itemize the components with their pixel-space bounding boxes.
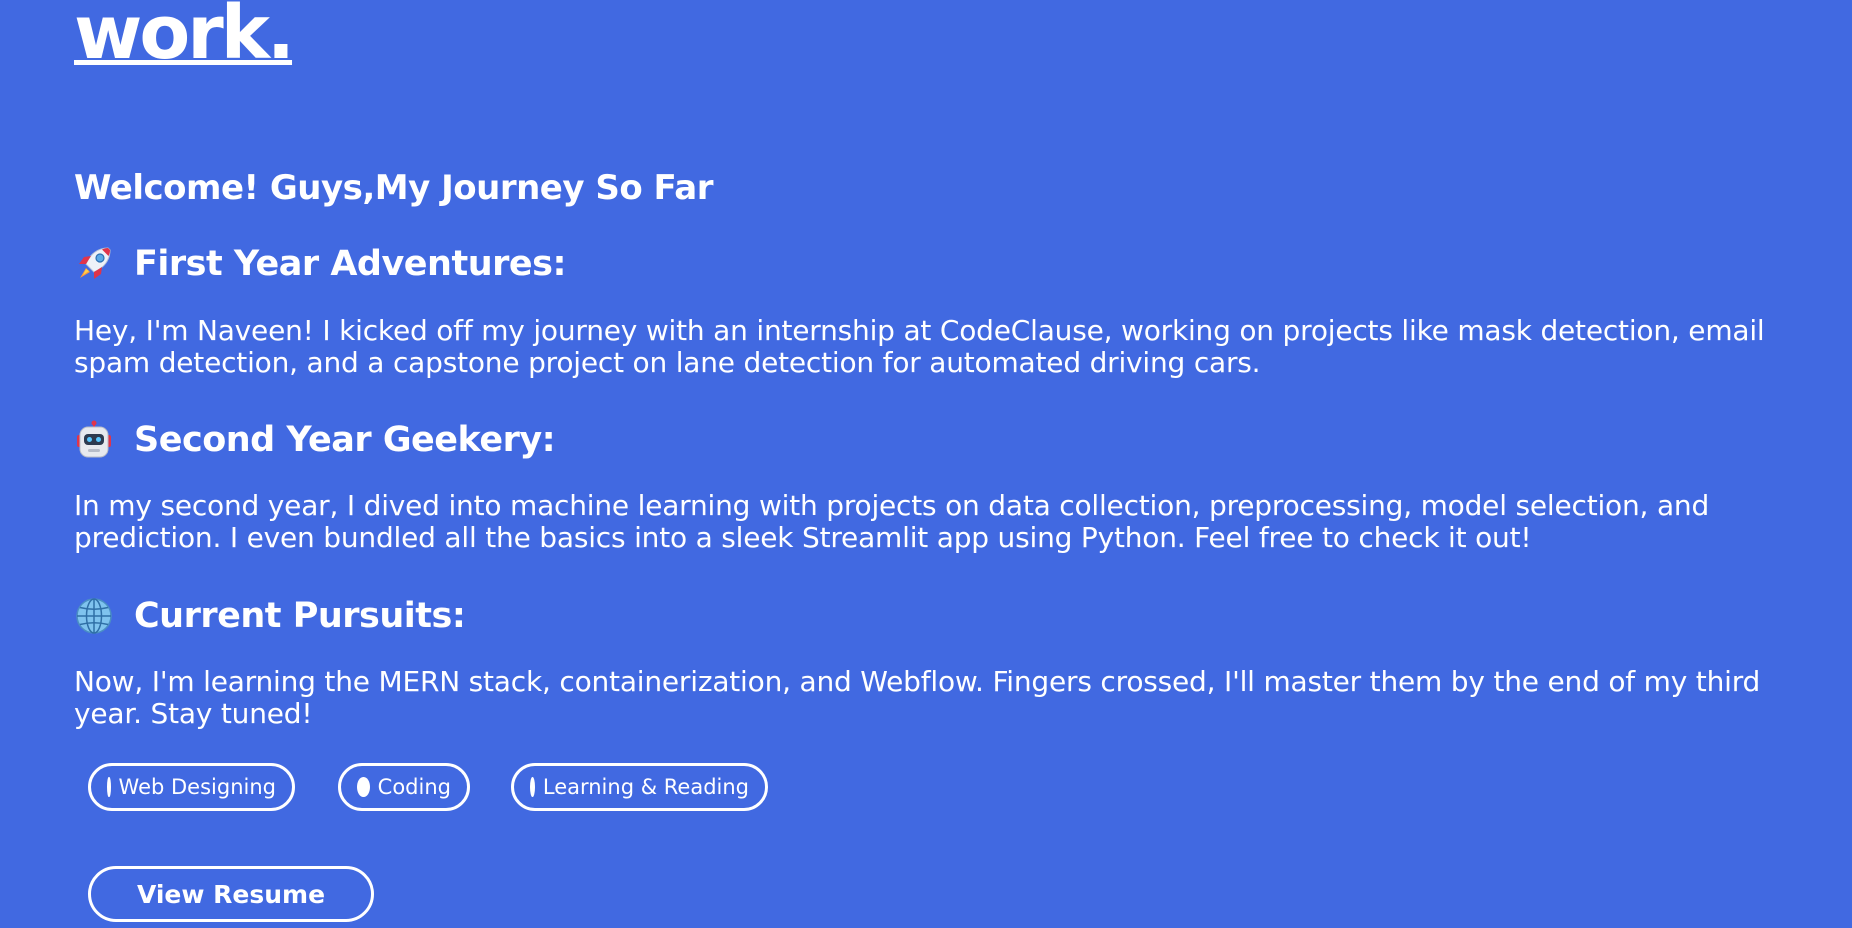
section-title: Current Pursuits:	[134, 596, 466, 636]
section-title: Second Year Geekery:	[134, 420, 556, 460]
bullet-dot-icon	[107, 777, 111, 797]
interest-tags: Web Designing Coding Learning & Reading	[88, 763, 768, 811]
tag-coding[interactable]: Coding	[338, 763, 470, 811]
tag-label: Learning & Reading	[542, 775, 749, 799]
section-text: Now, I'm learning the MERN stack, contai…	[74, 665, 1761, 730]
section-header-first-year: First Year Adventures:	[74, 242, 566, 286]
tag-web-designing[interactable]: Web Designing	[88, 763, 295, 811]
site-logo[interactable]: work.	[74, 0, 295, 70]
section-text: In my second year, I dived into machine …	[74, 489, 1710, 554]
section-text: Hey, I'm Naveen! I kicked off my journey…	[74, 314, 1765, 379]
bullet-dot-icon	[357, 777, 370, 797]
view-resume-button[interactable]: View Resume	[88, 866, 374, 922]
rocket-icon	[74, 244, 114, 284]
tag-label: Web Designing	[118, 775, 276, 799]
tag-learning-reading[interactable]: Learning & Reading	[511, 763, 768, 811]
welcome-heading: Welcome! Guys,My Journey So Far	[74, 168, 713, 208]
robot-icon	[74, 420, 114, 460]
bullet-dot-icon	[530, 777, 535, 797]
section-header-current: Current Pursuits:	[74, 594, 466, 638]
section-title: First Year Adventures:	[134, 244, 566, 284]
globe-icon	[74, 596, 114, 636]
tag-label: Coding	[377, 775, 451, 799]
section-header-second-year: Second Year Geekery:	[74, 418, 556, 462]
